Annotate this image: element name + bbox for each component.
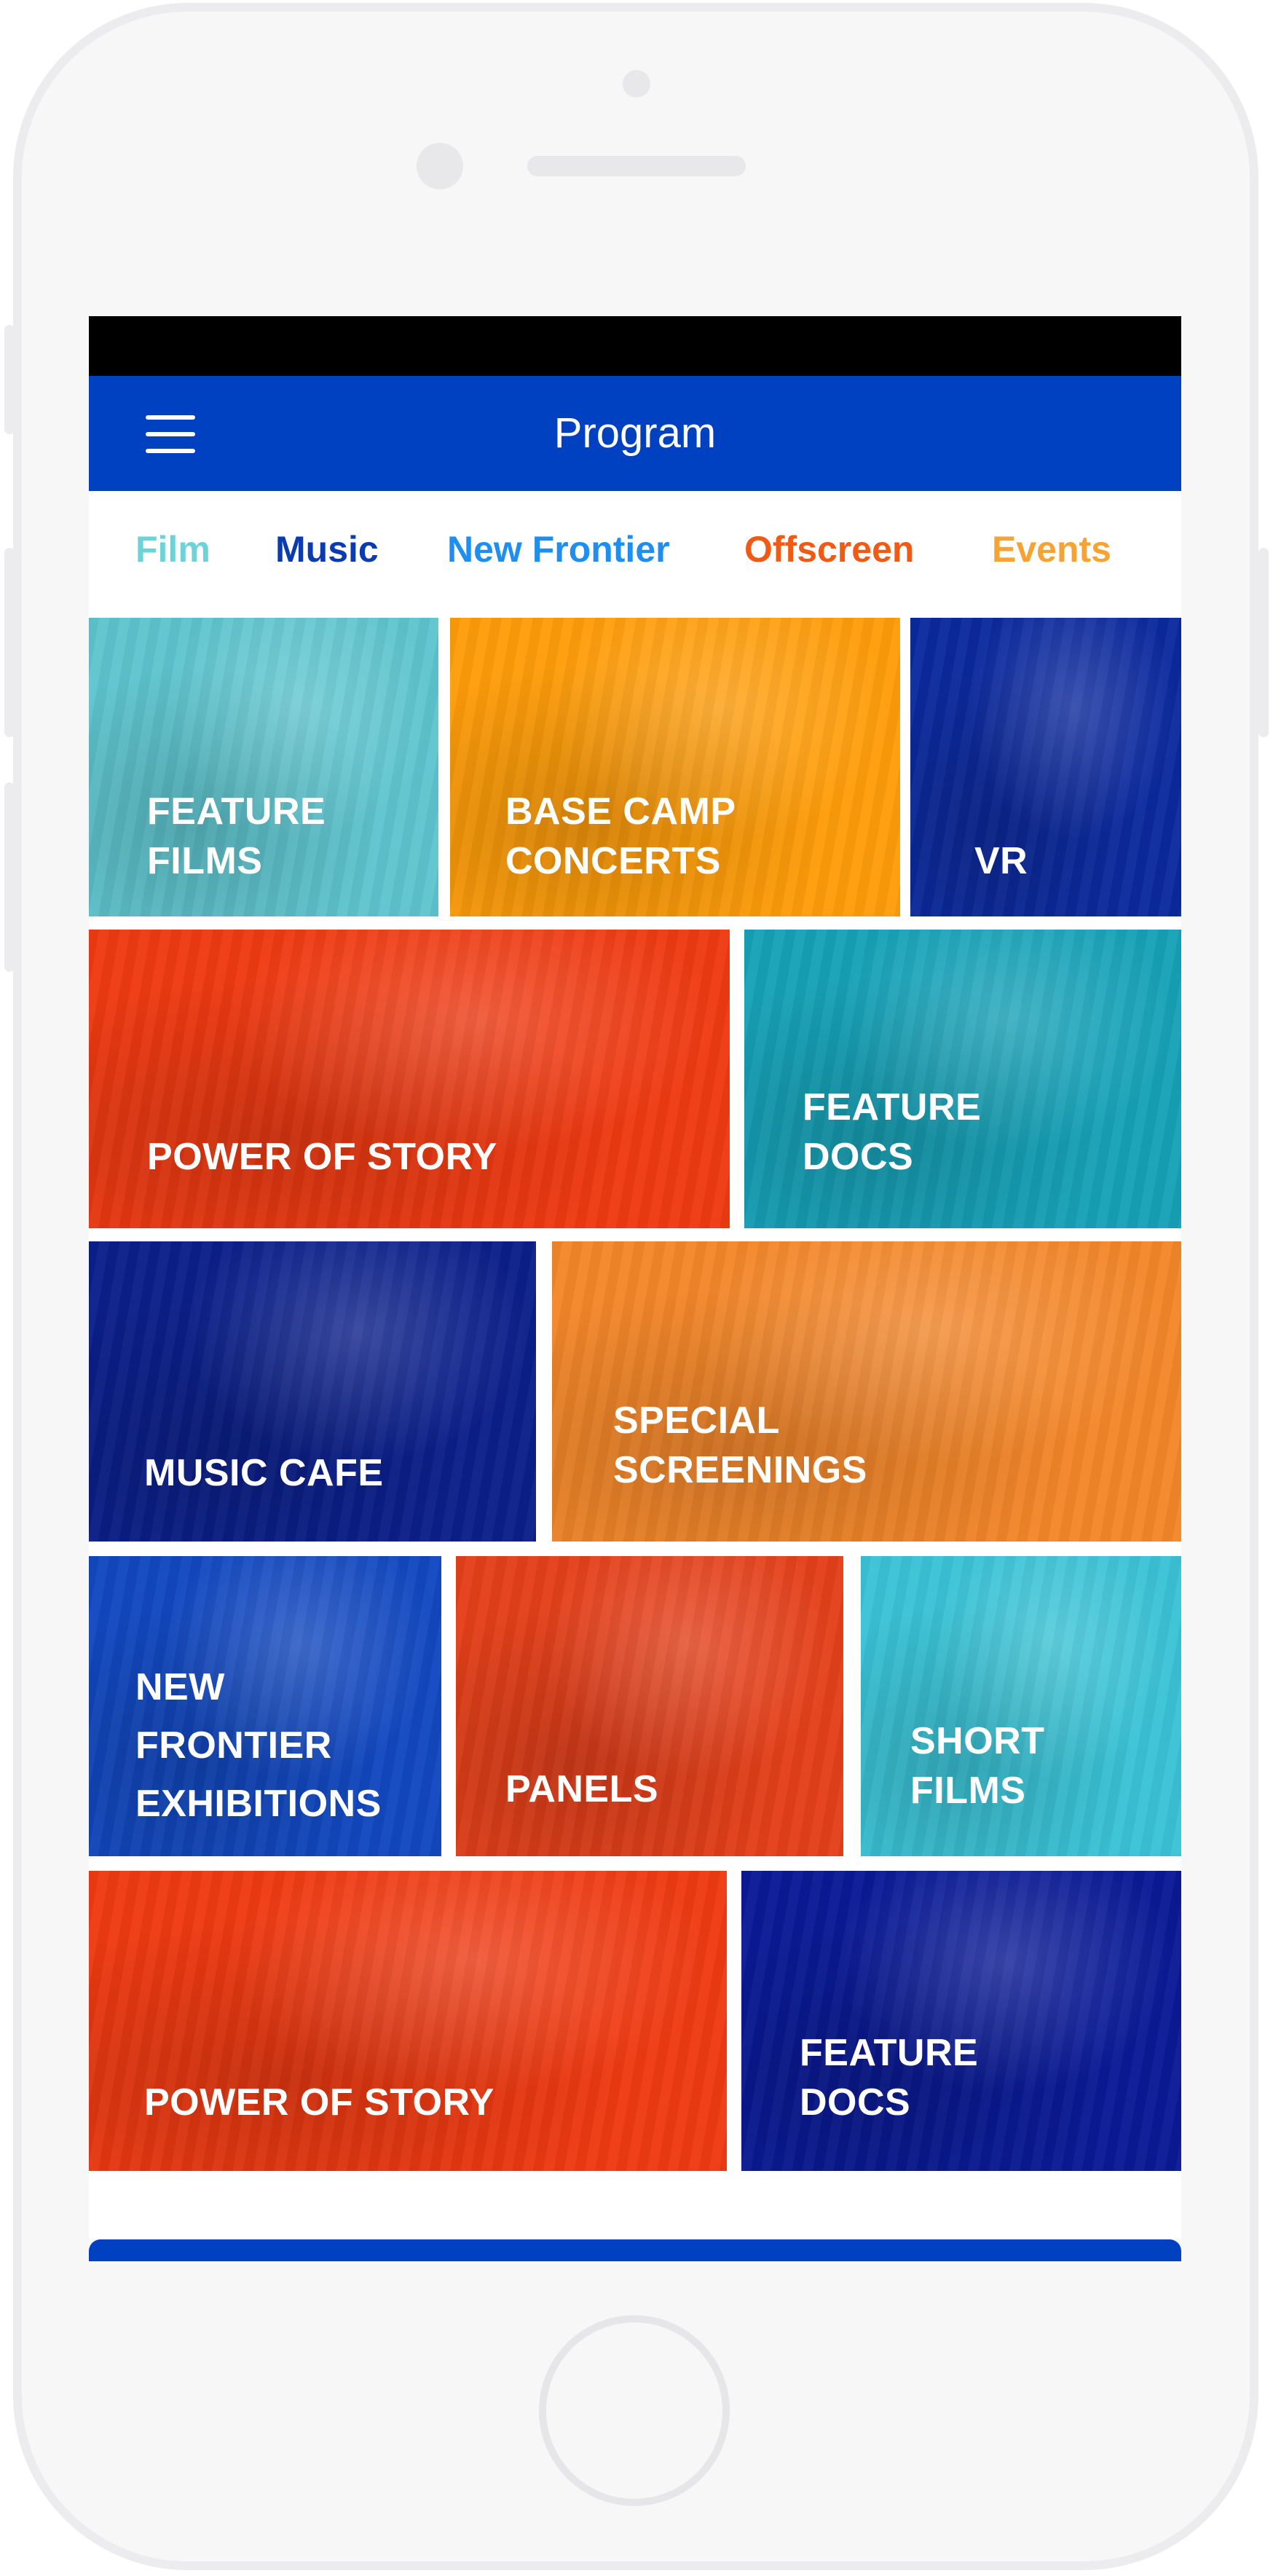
tile-label: VR bbox=[974, 840, 1028, 882]
tile-label: BASE CAMP CONCERTS bbox=[505, 790, 736, 882]
tile-label: SHORT FILMS bbox=[910, 1720, 1045, 1812]
tile-label: FEATURE FILMS bbox=[147, 790, 326, 882]
tile-label: SPECIAL SCREENINGS bbox=[613, 1399, 867, 1491]
tile-label: NEW FRONTIER EXHIBITIONS bbox=[135, 1666, 382, 1825]
home-button[interactable] bbox=[539, 2315, 730, 2506]
tab-new-frontier[interactable]: New Frontier bbox=[447, 491, 670, 608]
bottom-bar bbox=[89, 2239, 1181, 2261]
hamburger-menu-icon[interactable] bbox=[146, 415, 195, 453]
tile-feature-films[interactable]: FEATURE FILMS bbox=[89, 618, 438, 916]
tile-vr[interactable]: VR bbox=[910, 618, 1181, 916]
page-title: Program bbox=[553, 409, 717, 457]
tile-feature-docs[interactable]: FEATURE DOCS bbox=[744, 930, 1181, 1228]
tab-music[interactable]: Music bbox=[275, 491, 379, 608]
tab-events[interactable]: Events bbox=[992, 491, 1111, 608]
tile-special-screenings[interactable]: SPECIAL SCREENINGS bbox=[552, 1241, 1181, 1542]
tab-film[interactable]: Film bbox=[135, 491, 210, 608]
tile-label: FEATURE DOCS bbox=[803, 1086, 982, 1178]
tile-label: MUSIC CAFE bbox=[144, 1452, 384, 1494]
tile-label: POWER OF STORY bbox=[144, 2081, 494, 2124]
proximity-sensor bbox=[623, 70, 650, 98]
mute-switch bbox=[4, 325, 15, 434]
volume-up-button bbox=[4, 548, 15, 737]
tile-power-of-story[interactable]: POWER OF STORY bbox=[89, 930, 730, 1228]
tile-label: PANELS bbox=[505, 1768, 659, 1810]
category-tabs: Film Music New Frontier Offscreen Events bbox=[89, 491, 1181, 608]
power-button bbox=[1258, 548, 1269, 737]
tile-label: FEATURE DOCS bbox=[800, 2032, 979, 2124]
earpiece-speaker bbox=[527, 156, 746, 176]
tile-new-frontier-exhibitions[interactable]: NEW FRONTIER EXHIBITIONS bbox=[89, 1556, 441, 1856]
tile-label: POWER OF STORY bbox=[147, 1136, 497, 1178]
tile-music-cafe[interactable]: MUSIC CAFE bbox=[89, 1241, 536, 1542]
tile-feature-docs-2[interactable]: FEATURE DOCS bbox=[741, 1871, 1181, 2171]
tile-base-camp-concerts[interactable]: BASE CAMP CONCERTS bbox=[450, 618, 900, 916]
tile-power-of-story-2[interactable]: POWER OF STORY bbox=[89, 1871, 727, 2171]
app-header: Program bbox=[89, 376, 1181, 491]
front-camera bbox=[417, 143, 463, 189]
tab-offscreen[interactable]: Offscreen bbox=[744, 491, 914, 608]
app-screen: Program Film Music New Frontier Offscree… bbox=[89, 316, 1181, 2261]
status-bar bbox=[89, 316, 1181, 376]
tile-short-films[interactable]: SHORT FILMS bbox=[861, 1556, 1181, 1856]
tile-panels[interactable]: PANELS bbox=[456, 1556, 843, 1856]
volume-down-button bbox=[4, 782, 15, 972]
